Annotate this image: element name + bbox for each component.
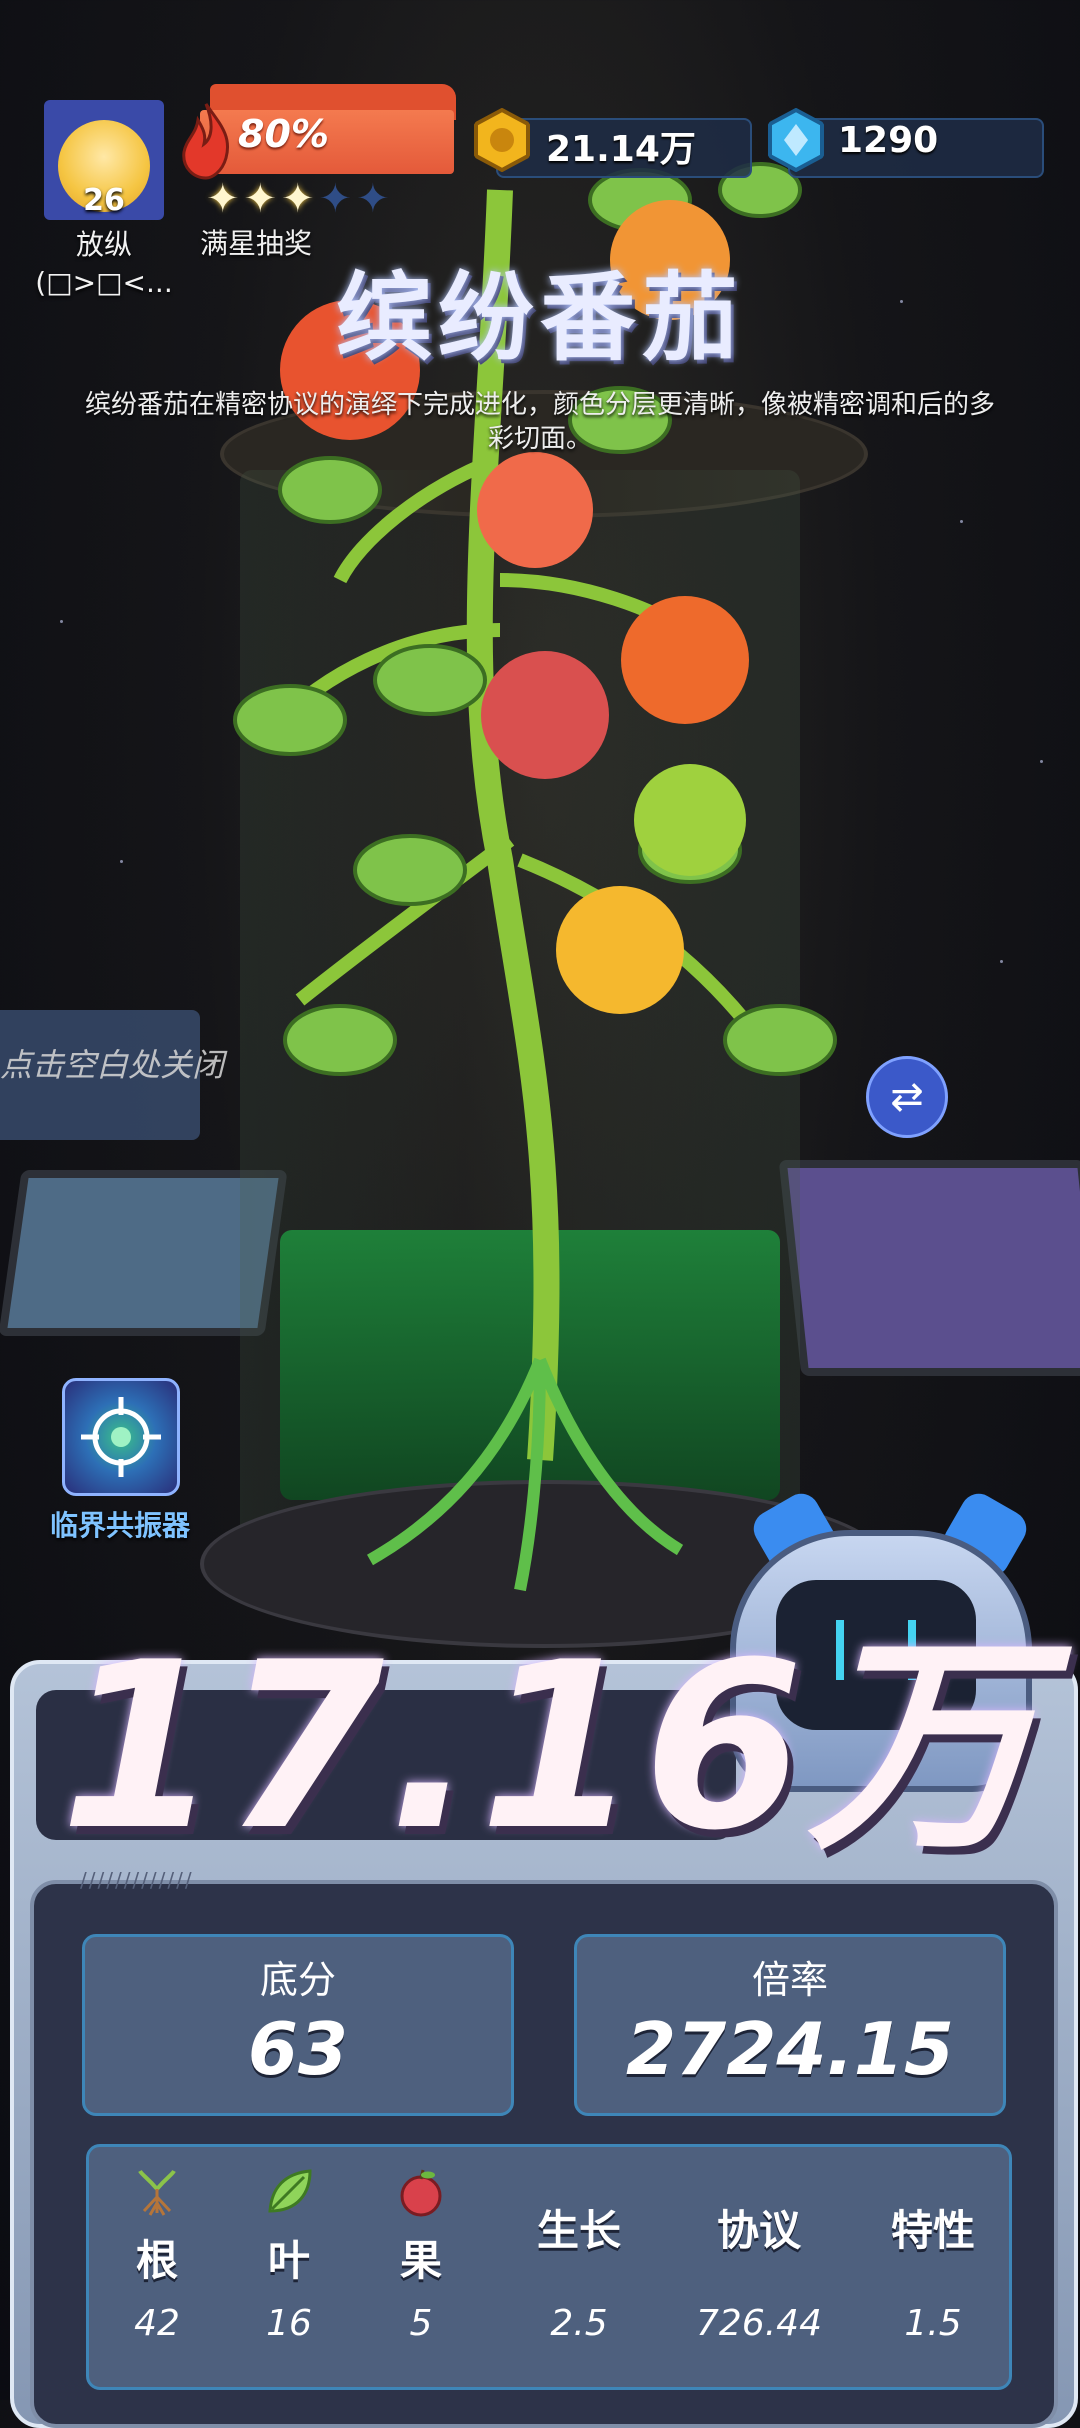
attribute-leaf: 叶 16 bbox=[229, 2147, 349, 2387]
attribute-leaf-value: 16 bbox=[266, 2303, 312, 2344]
attribute-root-value: 42 bbox=[134, 2303, 180, 2344]
root-icon bbox=[138, 2169, 176, 2216]
star-empty-icon: ✦ bbox=[318, 176, 357, 222]
attribute-fruit-value: 5 bbox=[409, 2303, 433, 2344]
attribute-fruit-name: 果 bbox=[399, 2236, 442, 2285]
leaf-icon bbox=[268, 2169, 312, 2213]
coin-value: 21.14万 bbox=[546, 129, 696, 170]
attribute-protocol: 协议 726.44 bbox=[669, 2147, 849, 2387]
attribute-protocol-value: 726.44 bbox=[696, 2303, 822, 2344]
plant-title: 缤纷番茄 bbox=[336, 262, 744, 374]
attributes-box: 根 42 叶 16 果 5 生长 2.5 协议 726.44 特性 1.5 bbox=[86, 2144, 1012, 2390]
gold-coin-icon bbox=[474, 108, 530, 172]
critical-resonator-button[interactable] bbox=[62, 1378, 180, 1496]
attribute-trait-value: 1.5 bbox=[904, 2303, 962, 2344]
star-filled-icon: ✦ bbox=[281, 176, 319, 222]
star-empty-icon: ✦ bbox=[356, 176, 394, 222]
player-level: 26 bbox=[83, 183, 125, 218]
base-score-value: 63 bbox=[247, 2007, 349, 2091]
attribute-root: 根 42 bbox=[97, 2147, 217, 2387]
attribute-root-name: 根 bbox=[135, 2236, 178, 2285]
swap-arrows-icon: ⇄ bbox=[890, 1074, 924, 1120]
multiplier-label: 倍率 bbox=[751, 1958, 828, 2002]
attribute-growth-name: 生长 bbox=[536, 2206, 621, 2255]
base-score-box: 底分 63 bbox=[82, 1934, 514, 2116]
attribute-growth-value: 2.5 bbox=[550, 2303, 608, 2344]
attribute-trait-name: 特性 bbox=[890, 2206, 975, 2255]
star-rating: ✦✦✦✦✦ bbox=[206, 176, 394, 222]
swap-button[interactable]: ⇄ bbox=[866, 1056, 948, 1138]
flame-icon bbox=[182, 103, 230, 180]
total-score: 17.16万 bbox=[60, 1614, 1042, 1881]
gem-value: 1290 bbox=[838, 120, 939, 161]
star-filled-icon: ✦ bbox=[206, 176, 244, 222]
attribute-fruit: 果 5 bbox=[361, 2147, 481, 2387]
blue-gem-icon bbox=[768, 108, 824, 172]
star-filled-icon: ✦ bbox=[243, 176, 282, 222]
attribute-growth: 生长 2.5 bbox=[509, 2147, 649, 2387]
attribute-protocol-name: 协议 bbox=[716, 2206, 801, 2255]
tap-to-close-hint[interactable]: 点击空白处关闭 bbox=[0, 1040, 224, 1086]
resonator-icon bbox=[81, 1397, 161, 1477]
critical-resonator-label: 临界共振器 bbox=[49, 1509, 190, 1542]
energy-percent: 80% bbox=[238, 112, 329, 156]
player-avatar[interactable]: 26 bbox=[44, 100, 164, 220]
base-score-label: 底分 bbox=[259, 1958, 336, 2002]
attribute-trait: 特性 1.5 bbox=[863, 2147, 1003, 2387]
multiplier-box: 倍率 2724.15 bbox=[574, 1934, 1006, 2116]
multiplier-value: 2724.15 bbox=[626, 2007, 954, 2091]
fruit-icon bbox=[400, 2169, 442, 2217]
plant-description: 缤纷番茄在精密协议的演绎下完成进化，颜色分层更清晰，像被精密调和后的多彩切面。 bbox=[84, 390, 995, 454]
attribute-leaf-name: 叶 bbox=[267, 2236, 310, 2285]
